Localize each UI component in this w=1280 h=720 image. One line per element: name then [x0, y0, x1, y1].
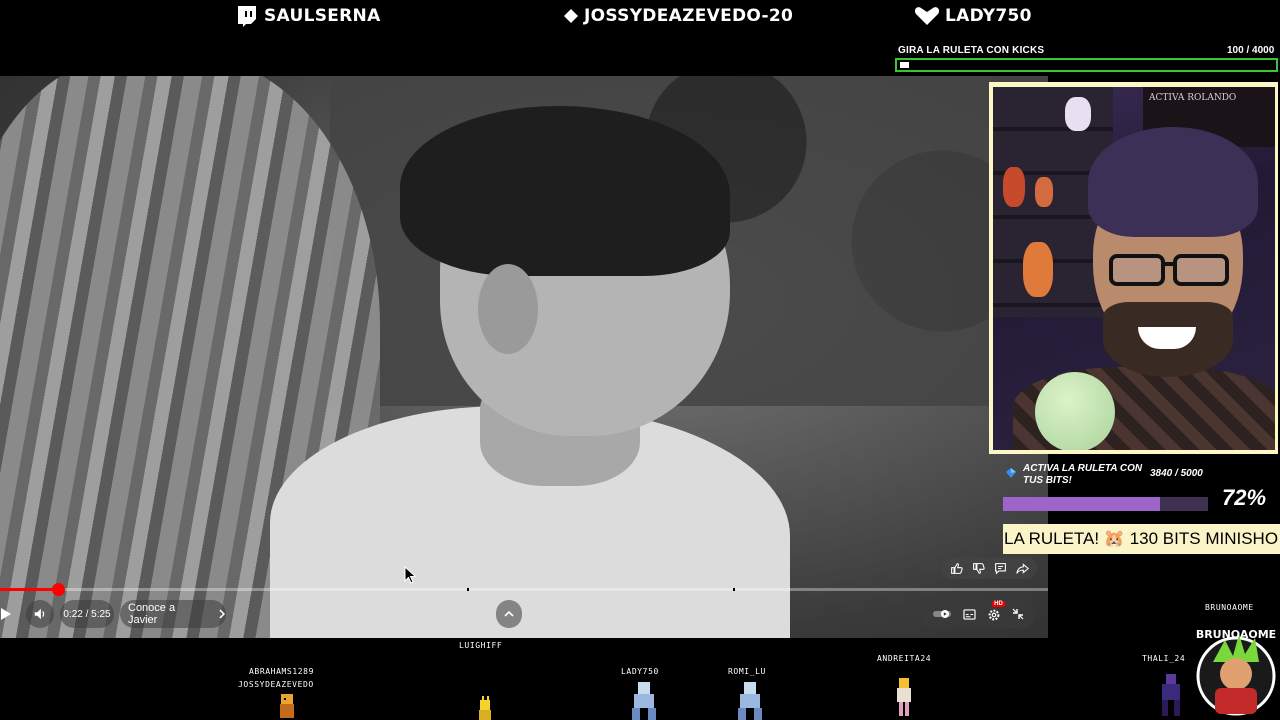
- bits-goal-fill: [1003, 497, 1160, 511]
- diamond-icon: [564, 9, 578, 23]
- right-controls: HD: [920, 600, 1036, 628]
- webcam-frame: ACTIVA ROLANDO: [989, 82, 1278, 454]
- sub-saulserna: SAULSERNA: [235, 4, 381, 28]
- play-button[interactable]: [0, 604, 14, 624]
- video-actions: [942, 557, 1037, 579]
- viewer-sprite: [897, 678, 911, 716]
- webcam-person-hair: [1088, 127, 1258, 237]
- hd-badge: HD: [992, 601, 1005, 607]
- webcam-figure: [1003, 167, 1025, 207]
- webcam-feed: ACTIVA ROLANDO: [993, 87, 1275, 450]
- bits-goal-label: ACTIVA LA RULETA CON TUS BITS!: [1023, 463, 1143, 486]
- settings-button[interactable]: HD: [987, 601, 1005, 621]
- chapter-button[interactable]: Conoce a Javier: [120, 600, 226, 628]
- viewer-name: LADY750: [621, 667, 659, 676]
- viewer-name: JOSSYDEAZEVEDO: [238, 680, 314, 689]
- play-icon: [1, 608, 11, 620]
- viewer-sprite: [280, 694, 294, 718]
- mouse-cursor-icon: [404, 566, 417, 584]
- viewer-sprite: [1162, 674, 1180, 716]
- chevron-right-icon: [219, 609, 226, 619]
- webcam-figure: [1065, 97, 1091, 131]
- kicks-goal-bar: [895, 58, 1278, 72]
- twitch-icon: [238, 6, 256, 27]
- autoplay-toggle-icon[interactable]: [932, 609, 952, 619]
- video-person-ear: [478, 264, 538, 354]
- bits-ticker: LA RULETA! 🐹 130 BITS MINISHO: [1003, 524, 1280, 554]
- time-display: 0:22 / 5:25: [60, 600, 114, 628]
- viewer-name: ANDREITA24: [877, 654, 932, 663]
- progress-played: [0, 588, 58, 591]
- webcam-sign-text: ACTIVA ROLANDO: [1149, 93, 1237, 103]
- video-person-hair: [400, 106, 730, 276]
- bits-gem-icon: [1006, 468, 1016, 478]
- sub-jossydeazevedo: JOSSYDEAZEVEDO-20: [563, 4, 793, 28]
- viewer-name: BRUNOAOME: [1205, 603, 1254, 612]
- viewer-avatar-badge: BRUNOAOME: [1196, 628, 1276, 716]
- sub-name: LADY750: [945, 6, 1032, 26]
- thumbs-down-icon[interactable]: [972, 562, 985, 575]
- time-text: 0:22 / 5:25: [63, 608, 111, 620]
- subtitles-icon[interactable]: [963, 608, 976, 620]
- thumbs-up-icon[interactable]: [950, 562, 964, 575]
- viewer-sprite: [479, 696, 491, 720]
- viewer-name: ABRAHAMS1289: [249, 667, 314, 676]
- webcam-microphone: [1035, 372, 1115, 450]
- bits-goal-percent: 72%: [1222, 485, 1267, 510]
- webcam-figure: [1035, 177, 1053, 207]
- viewer-name: THALI_24: [1142, 654, 1186, 663]
- webcam-person-glasses: [1109, 254, 1229, 286]
- chapter-title: Conoce a Javier: [128, 602, 176, 626]
- volume-button[interactable]: [26, 600, 54, 628]
- ticker-text: LA RULETA! 🐹 130 BITS MINISHO: [1004, 529, 1279, 548]
- sub-name: SAULSERNA: [264, 6, 381, 26]
- share-icon[interactable]: [1015, 562, 1029, 575]
- kicks-goal-fill: [900, 62, 909, 68]
- chapter-marker: [467, 588, 469, 591]
- webcam-figure: [1023, 242, 1053, 297]
- top-overlay-bar: SAULSERNA JOSSYDEAZEVEDO-20 LADY750 GIRA…: [0, 0, 1280, 76]
- kicks-goal-count: 100 / 4000: [1227, 45, 1275, 56]
- expand-button[interactable]: [496, 600, 522, 628]
- video-player[interactable]: 0:22 / 5:25 Conoce a Javier HD: [0, 76, 1048, 638]
- viewer-name: LUIGHIFF: [459, 641, 503, 650]
- sub-name: JOSSYDEAZEVEDO-20: [584, 6, 794, 26]
- heart-icon: [914, 7, 940, 25]
- gear-icon: [988, 609, 1000, 621]
- exit-fullscreen-icon[interactable]: [1012, 608, 1024, 620]
- sub-lady750: LADY750: [914, 4, 1032, 28]
- chapter-marker: [733, 588, 735, 591]
- progress-scrubber[interactable]: [52, 583, 65, 596]
- viewer-name: ROMI_LU: [728, 667, 766, 676]
- viewer-sprite: [738, 682, 762, 720]
- volume-icon: [34, 608, 45, 620]
- bits-goal-bar: [1003, 497, 1208, 511]
- video-progress-bar[interactable]: [0, 583, 1048, 596]
- bits-goal-count: 3840 / 5000: [1150, 468, 1203, 479]
- chevron-up-icon: [504, 610, 514, 617]
- comment-icon[interactable]: [994, 562, 1007, 575]
- badge-text: BRUNOAOME: [1196, 628, 1276, 641]
- viewer-sprite: [632, 682, 656, 720]
- kicks-goal-label: GIRA LA RULETA CON KICKS: [898, 45, 1045, 56]
